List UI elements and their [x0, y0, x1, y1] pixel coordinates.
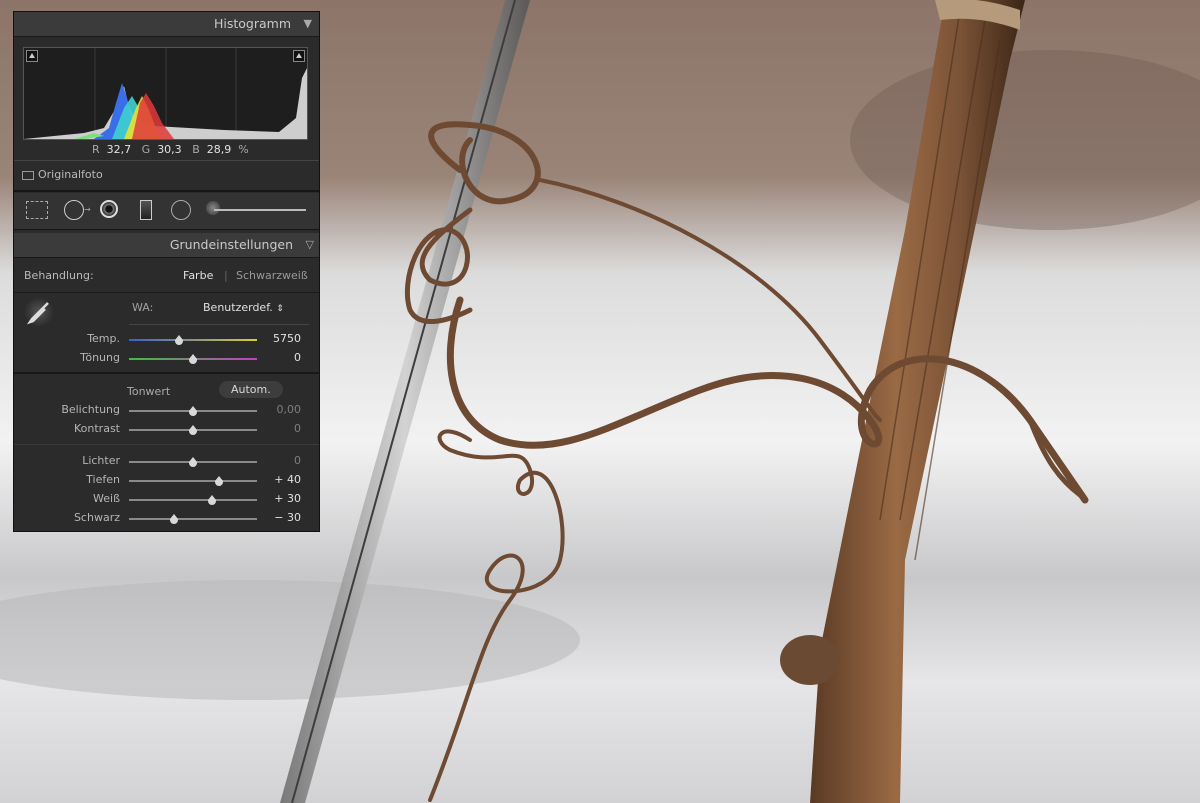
slider-value-6[interactable]: + 30: [261, 492, 301, 505]
highlight-clipping-icon[interactable]: [293, 50, 305, 62]
percent-unit: %: [238, 143, 249, 156]
wb-value: Benutzerdef.: [203, 301, 273, 314]
slider-label-0: Temp.: [87, 332, 120, 345]
graduated-filter-icon[interactable]: [140, 200, 152, 220]
slider-thumb-6[interactable]: [208, 495, 217, 505]
original-photo-label: Originalfoto: [38, 168, 103, 181]
slider-label-4: Lichter: [82, 454, 120, 467]
treatment-color-option[interactable]: Farbe: [183, 269, 213, 282]
slider-label-3: Kontrast: [74, 422, 120, 435]
slider-track-3[interactable]: [129, 425, 257, 435]
wb-dropdown-icon: ⇕: [276, 304, 284, 314]
r-value: 32,7: [106, 143, 132, 156]
slider-value-0[interactable]: 5750: [261, 332, 301, 345]
original-photo-toggle[interactable]: Originalfoto: [22, 168, 103, 181]
histogram-header[interactable]: Histogramm ▼: [14, 12, 319, 37]
slider-thumb-3[interactable]: [189, 425, 197, 435]
slider-value-3[interactable]: 0: [261, 422, 301, 435]
wb-label: WA:: [132, 301, 154, 314]
slider-label-1: Tönung: [80, 351, 120, 364]
shadow-clipping-icon[interactable]: [26, 50, 38, 62]
histogram-title: Histogramm: [213, 16, 291, 31]
slider-label-6: Weiß: [93, 492, 120, 505]
checkbox-icon[interactable]: [22, 170, 34, 180]
tone-label: Tonwert: [127, 385, 171, 398]
slider-value-4[interactable]: 0: [261, 454, 301, 467]
histogram-curves: [24, 48, 307, 139]
b-label: B: [192, 143, 200, 156]
wb-select[interactable]: Benutzerdef. ⇕: [203, 301, 284, 314]
radial-filter-icon[interactable]: [171, 200, 191, 220]
slider-value-5[interactable]: + 40: [261, 473, 301, 486]
slider-track-4[interactable]: [129, 457, 257, 467]
slider-value-1[interactable]: 0: [261, 351, 301, 364]
g-label: G: [141, 143, 151, 156]
rgb-readout: R 32,7 G 30,3 B 28,9 %: [92, 143, 249, 156]
slider-track-6[interactable]: [129, 495, 257, 505]
basic-title: Grundeinstellungen: [169, 237, 293, 252]
spot-removal-icon[interactable]: [64, 200, 84, 220]
develop-panel: Histogramm ▼ R 32,7 G 30,3 B 28,9 % Orig…: [13, 11, 320, 532]
treatment-bw-option[interactable]: Schwarzweiß: [236, 269, 308, 282]
basic-header[interactable]: Grundeinstellungen ▽: [14, 233, 319, 258]
slider-value-7[interactable]: − 30: [261, 511, 301, 524]
brush-amount-slider[interactable]: [214, 209, 306, 211]
b-value: 28,9: [206, 143, 232, 156]
slider-thumb-7[interactable]: [169, 514, 178, 524]
histogram-graph: [23, 47, 308, 140]
slider-track-0[interactable]: [129, 335, 257, 345]
slider-thumb-1[interactable]: [189, 354, 197, 364]
slider-thumb-5[interactable]: [214, 476, 223, 486]
red-eye-icon[interactable]: [100, 200, 118, 218]
collapse-triangle-icon[interactable]: ▼: [304, 17, 312, 30]
g-value: 30,3: [157, 143, 182, 156]
collapse-triangle-icon[interactable]: ▽: [306, 238, 314, 251]
slider-value-2[interactable]: 0,00: [261, 403, 302, 416]
slider-track-2[interactable]: [129, 406, 257, 416]
slider-track-1[interactable]: [129, 354, 257, 364]
treatment-divider: |: [224, 269, 228, 282]
tool-strip: →: [14, 193, 319, 230]
spot-removal-arrow-icon: →: [84, 205, 91, 214]
crop-overlay-icon[interactable]: [26, 201, 48, 219]
slider-track-7[interactable]: [129, 514, 257, 524]
slider-track-5[interactable]: [129, 476, 257, 486]
eyedropper-icon[interactable]: [24, 297, 54, 327]
slider-thumb-2[interactable]: [189, 406, 197, 416]
slider-thumb-0[interactable]: [174, 335, 183, 345]
slider-label-5: Tiefen: [86, 473, 120, 486]
slider-label-7: Schwarz: [73, 511, 120, 524]
auto-tone-button[interactable]: Autom.: [219, 381, 283, 398]
treatment-label: Behandlung:: [24, 269, 94, 282]
adjustment-brush-icon[interactable]: [206, 201, 220, 215]
slider-label-2: Belichtung: [61, 403, 120, 416]
r-label: R: [92, 143, 100, 156]
slider-thumb-4[interactable]: [189, 457, 197, 467]
